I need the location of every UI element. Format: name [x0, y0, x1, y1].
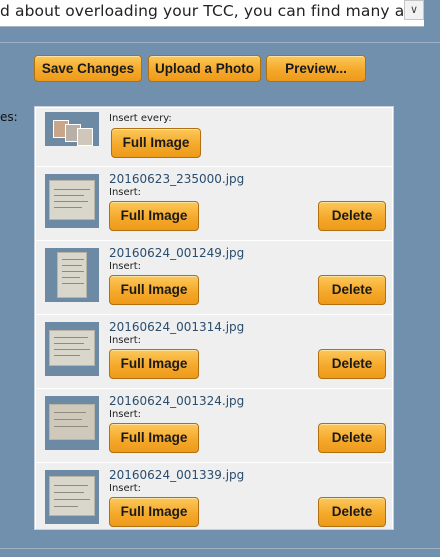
insert-full-image-button[interactable]: Full Image [109, 497, 199, 527]
insert-all-full-image-button[interactable]: Full Image [111, 128, 201, 158]
insert-full-image-button[interactable]: Full Image [109, 349, 199, 379]
photo-filename: 20160624_001324.jpg [109, 394, 245, 408]
insert-label: Insert: [109, 187, 142, 198]
insert-full-image-button[interactable]: Full Image [109, 275, 199, 305]
insert-full-image-button[interactable]: Full Image [109, 201, 199, 231]
photo-filename: 20160624_001249.jpg [109, 246, 245, 260]
delete-photo-button[interactable]: Delete [318, 423, 386, 453]
delete-photo-button[interactable]: Delete [318, 201, 386, 231]
photos-label: es: [0, 110, 18, 124]
chevron-down-icon[interactable]: ∨ [404, 0, 424, 20]
delete-photo-button[interactable]: Delete [318, 349, 386, 379]
photo-row: 20160623_235000.jpg Insert: Full Image D… [36, 167, 392, 241]
photo-stack-icon [45, 112, 99, 146]
photo-thumbnail[interactable] [45, 322, 99, 376]
delete-photo-button[interactable]: Delete [318, 497, 386, 527]
photo-row: 20160624_001324.jpg Insert: Full Image D… [36, 389, 392, 463]
insert-label: Insert: [109, 483, 142, 494]
insert-every-label: Insert every: [109, 113, 172, 124]
photo-thumbnail[interactable] [45, 248, 99, 302]
photo-filename: 20160623_235000.jpg [109, 172, 245, 186]
divider [0, 42, 440, 43]
insert-full-image-button[interactable]: Full Image [109, 423, 199, 453]
photo-thumbnail[interactable] [45, 396, 99, 450]
photo-thumbnail[interactable] [45, 470, 99, 524]
photo-gallery-panel: Insert every: Full Image 20160623_235000… [34, 106, 394, 530]
divider [0, 548, 440, 549]
photo-filename: 20160624_001339.jpg [109, 468, 245, 482]
post-text-fragment: d about overloading your TCC, you can fi… [0, 2, 405, 20]
photo-row: 20160624_001249.jpg Insert: Full Image D… [36, 241, 392, 315]
photo-filename: 20160624_001314.jpg [109, 320, 245, 334]
post-text-area[interactable]: d about overloading your TCC, you can fi… [0, 0, 424, 27]
insert-label: Insert: [109, 409, 142, 420]
photo-row: 20160624_001314.jpg Insert: Full Image D… [36, 315, 392, 389]
insert-label: Insert: [109, 335, 142, 346]
photo-thumbnail[interactable] [45, 174, 99, 228]
upload-photo-button[interactable]: Upload a Photo [148, 55, 261, 82]
insert-all-row: Insert every: Full Image [36, 108, 392, 167]
preview-button[interactable]: Preview... [266, 55, 366, 82]
photo-row: 20160624_001339.jpg Insert: Full Image D… [36, 463, 392, 529]
save-changes-button[interactable]: Save Changes [34, 55, 142, 82]
delete-photo-button[interactable]: Delete [318, 275, 386, 305]
insert-label: Insert: [109, 261, 142, 272]
